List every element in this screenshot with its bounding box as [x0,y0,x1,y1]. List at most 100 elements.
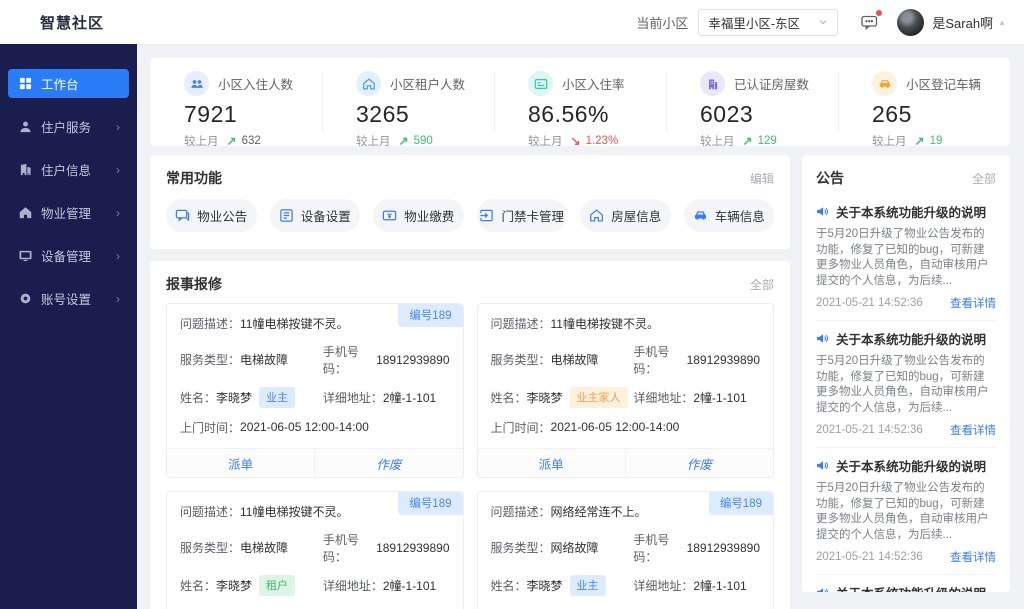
announcement-title: 关于本系统功能升级的说明 [836,583,986,592]
problem-value: 11幢电梯按键不灵。 [551,315,659,332]
username[interactable]: 是Sarah啊 [932,13,993,32]
sidebar-item-resident-info[interactable]: 住户信息 › [8,155,129,184]
top-header: 智慧社区 当前小区 幸福里小区-东区 是Sarah啊 ▲ [0,0,1024,44]
announcement-time: 2021-05-21 14:52:36 [816,551,923,563]
time-value: 2021-06-05 12:00-14:00 [551,420,680,434]
name-value: 李晓梦 [216,577,252,594]
car-icon [693,208,708,223]
announcement-time: 2021-05-21 14:52:36 [816,424,923,436]
view-detail-link[interactable]: 查看详情 [950,295,996,311]
sidebar-item-workbench[interactable]: 工作台 [8,69,129,98]
field-label: 详细地址： [633,389,693,406]
trend-down-icon: ↘ [571,134,581,148]
announcement-item: 关于本系统功能升级的说明 于5月20日升级了物业公告发布的功能，修复了已知的bu… [816,194,996,321]
access-card-icon [479,208,494,223]
stat-label: 已认证房屋数 [734,74,809,93]
quick-btn-device-settings[interactable]: 设备设置 [270,199,361,232]
field-label: 问题描述： [180,315,240,332]
service-value: 电梯故障 [240,539,288,556]
stat-label: 小区入住人数 [218,74,293,93]
chevron-right-icon: › [116,164,120,176]
field-label: 问题描述： [491,315,551,332]
field-label: 手机号码： [323,343,376,377]
announcements-title: 公告 [816,168,844,188]
sidebar-item-resident-services[interactable]: 住户服务 › [8,112,129,141]
name-value: 李晓梦 [216,389,252,406]
sidebar-item-label: 设备管理 [41,246,91,265]
field-label: 详细地址： [323,389,383,406]
avatar[interactable] [897,9,924,36]
home-icon [19,206,32,219]
field-label: 手机号码： [633,531,686,565]
announcement-title: 关于本系统功能升级的说明 [836,329,986,348]
chevron-right-icon: › [116,250,120,262]
quick-actions-panel: 常用功能 编辑 物业公告 设备设置 物业缴费 [150,155,790,249]
trend-up-icon: ↗ [743,134,753,148]
view-detail-link[interactable]: 查看详情 [950,549,996,565]
sidebar-item-account-settings[interactable]: 账号设置 › [8,284,129,313]
sidebar-item-label: 住户信息 [41,160,91,179]
invalidate-button[interactable]: 作废 [314,449,462,477]
stat-compare: 较上月↗19 [872,133,1010,149]
home-icon [356,71,381,96]
chevron-down-icon [818,17,828,27]
quick-actions-title: 常用功能 [166,168,222,188]
field-label: 问题描述： [491,503,551,520]
announcement-title: 关于本系统功能升级的说明 [836,456,986,475]
service-value: 电梯故障 [240,351,288,368]
stat-value: 86.56% [528,101,666,128]
community-select[interactable]: 幸福里小区-东区 [698,9,838,36]
dispatch-button[interactable]: 派单 [167,449,314,477]
horn-icon [816,205,829,218]
sidebar-item-device-mgmt[interactable]: 设备管理 › [8,241,129,270]
stat-label: 小区入住率 [562,74,625,93]
horn-icon [816,332,829,345]
announcements-all-link[interactable]: 全部 [972,170,996,187]
stat-value: 265 [872,101,1010,128]
family-tag: 业主家人 [570,387,628,408]
field-label: 问题描述： [180,503,240,520]
field-label: 姓名： [180,389,216,406]
quick-btn-house-info[interactable]: 房屋信息 [580,199,671,232]
view-detail-link[interactable]: 查看详情 [950,422,996,438]
field-label: 姓名： [180,577,216,594]
stat-value: 7921 [184,101,322,128]
trend-up-icon: ↗ [227,134,237,148]
stat-label: 小区登记车辆 [906,74,981,93]
sidebar-item-label: 账号设置 [41,289,91,308]
chevron-right-icon: › [116,207,120,219]
stat-value: 6023 [700,101,838,128]
horn-icon [816,459,829,472]
invalidate-button[interactable]: 作废 [625,449,773,477]
edit-link[interactable]: 编辑 [750,170,774,187]
notification-dot [876,10,882,16]
grid-icon [19,77,32,90]
chevron-right-icon: › [116,293,120,305]
user-icon [19,120,32,133]
field-label: 手机号码： [633,343,686,377]
sidebar-item-property-mgmt[interactable]: 物业管理 › [8,198,129,227]
field-label: 详细地址： [323,577,383,594]
announcement-title: 关于本系统功能升级的说明 [836,202,986,221]
message-icon[interactable] [860,13,879,31]
building-icon [700,71,725,96]
dispatch-button[interactable]: 派单 [478,449,625,477]
service-value: 网络故障 [551,539,599,556]
quick-btn-property-payment[interactable]: 物业缴费 [373,199,464,232]
quick-btn-property-notice[interactable]: 物业公告 [166,199,257,232]
order-number-badge: 编号189 [398,304,462,327]
repairs-title: 报事报修 [166,274,222,294]
stat-compare: 较上月↗632 [184,133,322,149]
stat-compare: 较上月↗129 [700,133,838,149]
phone-value: 18912939890 [687,353,760,367]
stat-label: 小区租户人数 [390,74,465,93]
quick-btn-access-card[interactable]: 门禁卡管理 [477,199,568,232]
announcement-item: 关于本系统功能升级的说明 于5月20日升级了物业公告发布的功能，修复了已知的bu… [816,321,996,448]
stat-tenants: 小区租户人数 3265 较上月↗590 [322,58,494,146]
repair-cards-grid: 编号189 问题描述：11幢电梯按键不灵。 服务类型：电梯故障 手机号码：189… [150,303,790,609]
renter-tag: 租户 [259,575,295,596]
field-label: 服务类型： [491,351,551,368]
sidebar: 工作台 住户服务 › 住户信息 › 物业管理 › 设备管理 › 账号设置 › [0,44,137,609]
quick-btn-vehicle-info[interactable]: 车辆信息 [684,199,775,232]
repairs-all-link[interactable]: 全部 [750,276,774,293]
